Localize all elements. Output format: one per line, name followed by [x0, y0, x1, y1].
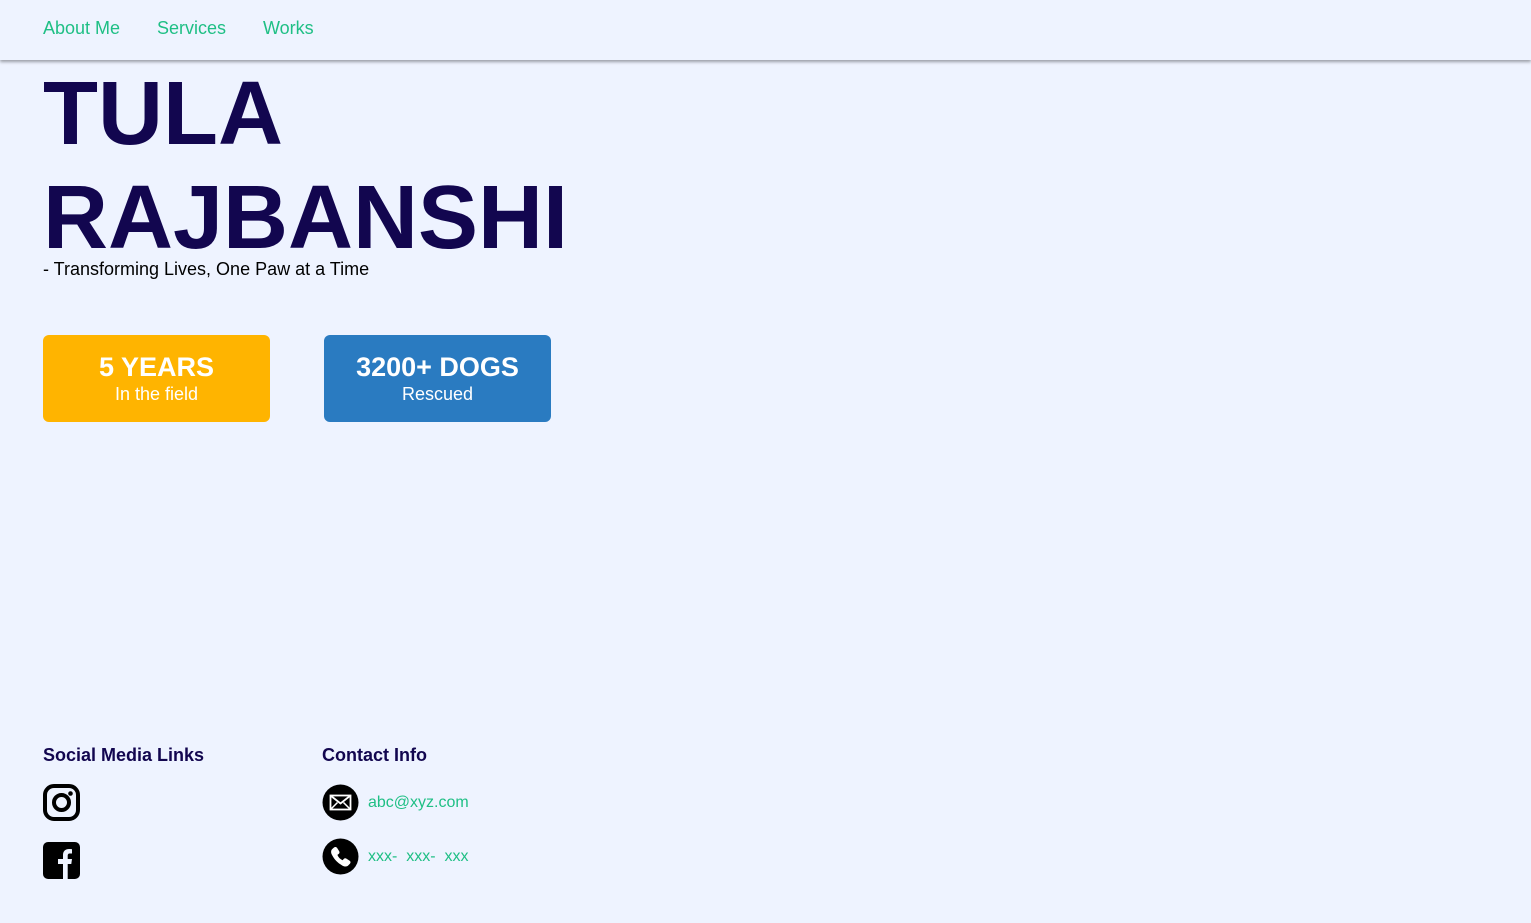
stat-value: 5 YEARS — [98, 352, 215, 382]
social-media-heading: Social Media Links — [43, 745, 205, 765]
top-navbar: About Me Services Works — [0, 0, 1531, 60]
nav-link-about-me[interactable]: About Me — [43, 18, 120, 39]
phone-number[interactable]: xxx- xxx- xxx — [368, 848, 468, 866]
mail-icon — [322, 784, 359, 821]
phone-icon — [322, 838, 359, 875]
stat-label: Rescued — [401, 384, 474, 404]
hero-name-first: TULA — [43, 64, 283, 164]
nav-link-services[interactable]: Services — [157, 18, 226, 39]
stat-card-dogs: 3200+ DOGS Rescued — [324, 335, 551, 422]
hero-name-last: RAJBANSHI — [43, 168, 569, 268]
hero-name: TULA RAJBANSHI — [43, 62, 568, 270]
stat-value: 3200+ DOGS — [356, 352, 519, 382]
facebook-icon[interactable] — [43, 842, 80, 879]
stat-card-years: 5 YEARS In the field — [43, 335, 270, 422]
contact-info-heading: Contact Info — [322, 745, 427, 765]
email-link[interactable]: abc@xyz.com — [368, 794, 469, 812]
nav-link-works[interactable]: Works — [263, 18, 314, 39]
stat-label: In the field — [114, 384, 199, 404]
instagram-icon[interactable] — [43, 784, 80, 821]
